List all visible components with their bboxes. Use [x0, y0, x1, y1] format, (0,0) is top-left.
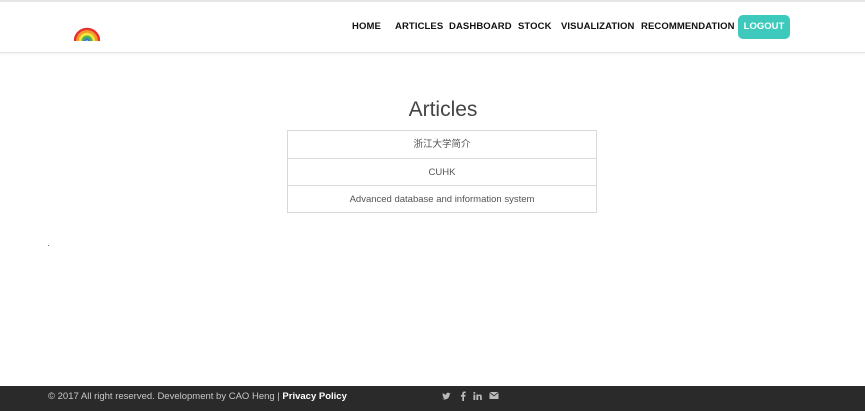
envelope-icon[interactable]	[489, 391, 499, 403]
article-item[interactable]: 浙江大学简介	[288, 131, 596, 158]
copyright-label: © 2017 All right reserved. Development b…	[48, 391, 283, 402]
article-item[interactable]: Advanced database and information system	[288, 185, 596, 212]
facebook-icon[interactable]	[460, 391, 466, 404]
page-title: Articles	[408, 98, 478, 121]
nav-recommendation[interactable]: RECOMMENDATION	[641, 21, 735, 32]
nav-articles[interactable]: ARTICLES	[395, 21, 443, 32]
header: HOME ARTICLES DASHBOARD STOCK VISUALIZAT…	[0, 2, 865, 53]
rainbow-logo-icon[interactable]	[74, 16, 100, 42]
nav-visualization[interactable]: VISUALIZATION	[561, 21, 634, 32]
article-list: 浙江大学简介 CUHK Advanced database and inform…	[287, 130, 597, 213]
nav-home[interactable]: HOME	[352, 21, 381, 32]
article-item[interactable]: CUHK	[288, 158, 596, 185]
footer: © 2017 All right reserved. Development b…	[0, 386, 865, 411]
nav-dashboard[interactable]: DASHBOARD	[449, 21, 512, 32]
privacy-policy-link[interactable]: Privacy Policy	[282, 391, 346, 402]
logout-button[interactable]: LOGOUT	[738, 15, 790, 39]
linkedin-icon[interactable]	[473, 391, 482, 404]
nav-stock[interactable]: STOCK	[518, 21, 552, 32]
copyright-text: © 2017 All right reserved. Development b…	[48, 391, 347, 402]
stray-dot	[48, 245, 49, 246]
twitter-icon[interactable]	[442, 391, 451, 404]
